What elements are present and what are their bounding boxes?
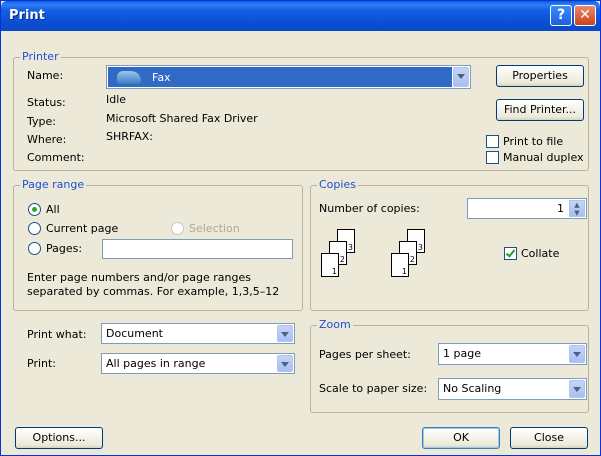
pages-per-sheet-label: Pages per sheet: <box>319 348 411 361</box>
print-value: All pages in range <box>106 357 206 370</box>
checkmark-icon <box>505 247 516 258</box>
print-select[interactable]: All pages in range <box>101 353 295 374</box>
print-what-label: Print what: <box>27 328 87 341</box>
collate-label[interactable]: Collate <box>521 247 559 260</box>
scale-select[interactable]: No Scaling <box>438 378 587 400</box>
properties-button[interactable]: Properties <box>496 65 584 87</box>
window-title: Print <box>9 8 45 23</box>
type-label: Type: <box>27 115 56 128</box>
manual-duplex-checkbox[interactable] <box>486 151 499 164</box>
printer-name-select[interactable]: Fax <box>106 65 471 89</box>
status-value: Idle <box>106 93 127 106</box>
current-page-label[interactable]: Current page <box>46 222 118 235</box>
ok-button[interactable]: OK <box>422 427 500 449</box>
number-of-copies-input[interactable]: 1 ▲ ▼ <box>467 198 587 219</box>
page-range-hint-2: separated by commas. For example, 1,3,5–… <box>27 285 280 298</box>
chevron-down-icon[interactable] <box>569 380 585 398</box>
chevron-down-icon[interactable] <box>453 67 469 87</box>
chevron-down-icon[interactable] <box>277 325 293 342</box>
where-value: SHRFAX: <box>106 130 153 143</box>
scale-value: No Scaling <box>443 382 502 395</box>
page-range-legend: Page range <box>20 178 87 191</box>
print-to-file-label[interactable]: Print to file <box>503 135 563 148</box>
all-label[interactable]: All <box>46 203 60 216</box>
options-button[interactable]: Options... <box>15 427 103 449</box>
printer-icon <box>117 71 141 84</box>
pages-per-sheet-select[interactable]: 1 page <box>438 343 587 365</box>
type-value: Microsoft Shared Fax Driver <box>106 112 258 125</box>
pages-radio[interactable] <box>28 242 41 255</box>
print-to-file-checkbox[interactable] <box>486 135 499 148</box>
page-range-hint-1: Enter page numbers and/or page ranges <box>27 271 251 284</box>
title-bar[interactable]: Print ? ✕ <box>1 1 600 31</box>
all-radio[interactable] <box>28 203 41 216</box>
collate-checkbox[interactable] <box>504 247 517 260</box>
chevron-down-icon[interactable] <box>569 345 585 363</box>
spinner-icon[interactable]: ▲ ▼ <box>569 200 585 217</box>
print-dialog: Print ? ✕ Printer Name: Fax Properties F… <box>0 0 601 456</box>
find-printer-button[interactable]: Find Printer... <box>496 99 584 121</box>
collate-pages-icon: 3 2 1 <box>321 229 381 289</box>
status-label: Status: <box>27 96 66 109</box>
print-label: Print: <box>27 357 57 370</box>
current-page-radio[interactable] <box>28 222 41 235</box>
pages-label[interactable]: Pages: <box>46 242 82 255</box>
manual-duplex-label[interactable]: Manual duplex <box>503 151 584 164</box>
where-label: Where: <box>27 133 67 146</box>
number-of-copies-value: 1 <box>557 202 564 215</box>
selection-label: Selection <box>189 222 240 235</box>
print-what-select[interactable]: Document <box>101 323 295 344</box>
chevron-down-icon[interactable] <box>277 355 293 372</box>
number-of-copies-label: Number of copies: <box>319 202 420 215</box>
close-button[interactable]: Close <box>510 427 588 449</box>
pages-input[interactable] <box>102 239 293 259</box>
zoom-legend: Zoom <box>317 318 353 331</box>
printer-legend: Printer <box>20 50 61 63</box>
scale-label: Scale to paper size: <box>319 382 428 395</box>
print-what-value: Document <box>106 327 163 340</box>
collate-pages-icon-2: 3 2 1 <box>391 229 451 289</box>
close-icon[interactable]: ✕ <box>574 5 596 26</box>
pages-per-sheet-value: 1 page <box>443 347 481 360</box>
name-label: Name: <box>27 69 64 82</box>
selection-radio[interactable] <box>171 222 184 235</box>
printer-name-value: Fax <box>152 71 171 84</box>
copies-legend: Copies <box>317 178 358 191</box>
help-icon[interactable]: ? <box>550 5 572 26</box>
comment-label: Comment: <box>27 151 85 164</box>
